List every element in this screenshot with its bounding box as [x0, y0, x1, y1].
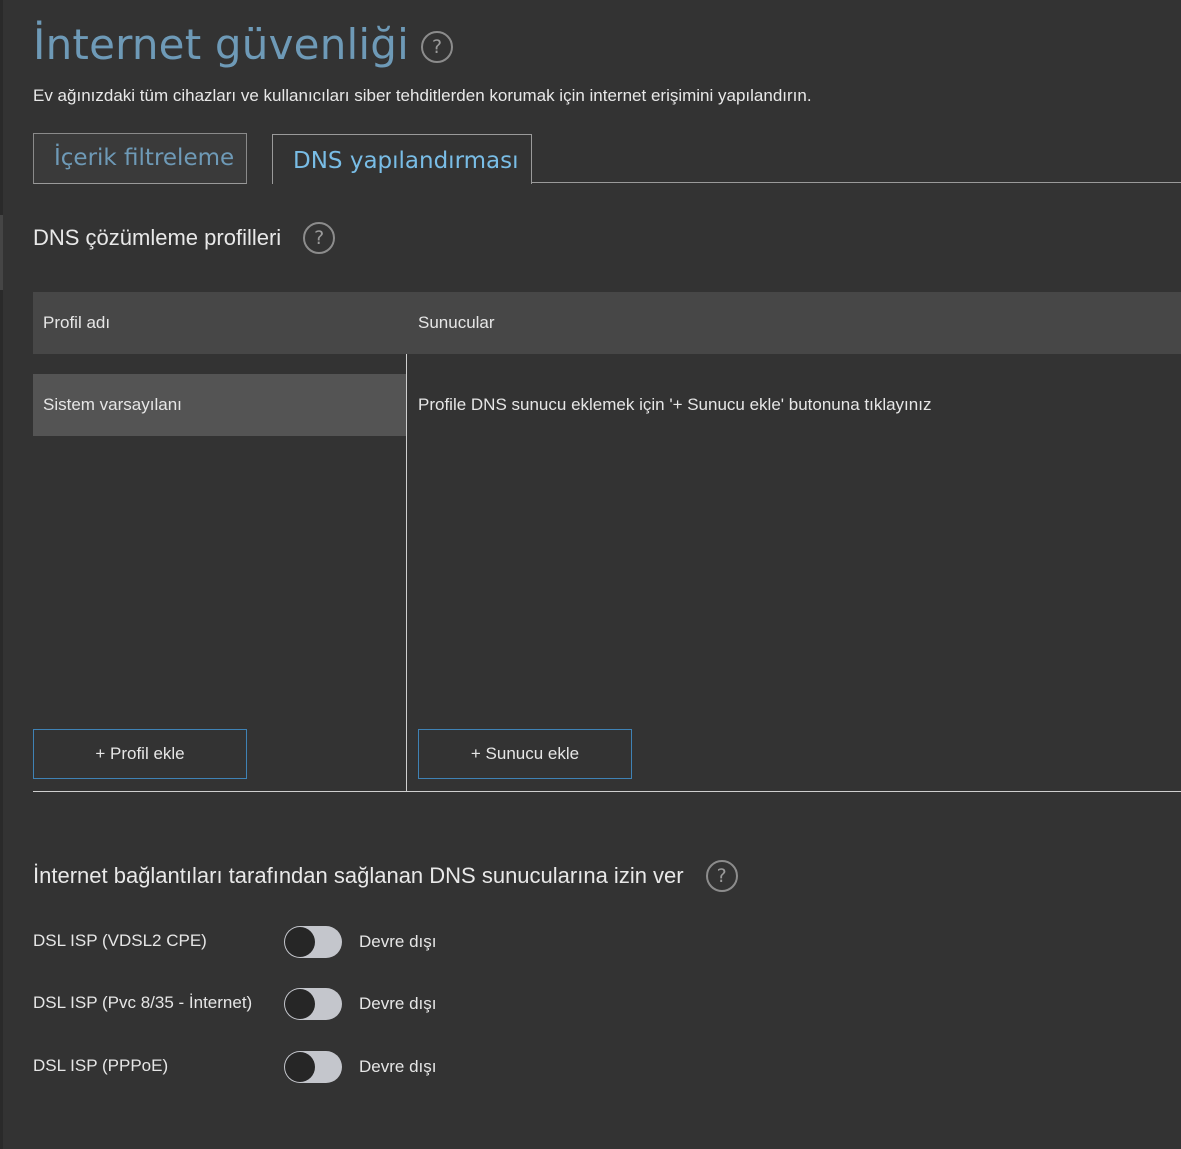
- toggle-knob: [285, 1052, 315, 1082]
- dns-profiles-title: DNS çözümleme profilleri: [33, 225, 282, 250]
- tab-underline: [531, 182, 1181, 183]
- dns-table-header: Profil adı Sunucular: [33, 292, 1181, 354]
- column-header-servers: Sunucular: [418, 313, 495, 332]
- tab-dns-configuration[interactable]: DNS yapılandırması: [272, 134, 532, 184]
- dns-profiles-header: DNS çözümleme profilleri ?: [33, 220, 336, 256]
- add-server-button[interactable]: + Sunucu ekle: [418, 729, 632, 779]
- toggle-state-label: Devre dışı: [359, 932, 437, 951]
- title-row: İnternet güvenliği ?: [33, 14, 453, 74]
- toggle-state-label: Devre dışı: [359, 994, 437, 1013]
- isp-connection-row: DSL ISP (Pvc 8/35 - İnternet) Devre dışı: [33, 986, 533, 1022]
- toggle-state-label: Devre dışı: [359, 1057, 437, 1076]
- profile-name: Sistem varsayılanı: [43, 395, 182, 414]
- toggle-knob: [285, 927, 315, 957]
- isp-dns-toggle[interactable]: [284, 1051, 342, 1083]
- add-profile-button[interactable]: + Profil ekle: [33, 729, 247, 779]
- help-icon[interactable]: ?: [420, 31, 453, 63]
- tab-content-filtering[interactable]: İçerik filtreleme: [33, 133, 247, 184]
- page-subtitle: Ev ağınızdaki tüm cihazları ve kullanıcı…: [33, 86, 812, 105]
- isp-connection-label: DSL ISP (Pvc 8/35 - İnternet): [33, 993, 253, 1012]
- column-header-profile-name: Profil adı: [43, 313, 111, 332]
- isp-connection-row: DSL ISP (VDSL2 CPE) Devre dışı: [33, 924, 533, 960]
- help-icon[interactable]: ?: [303, 222, 336, 254]
- isp-dns-toggle[interactable]: [284, 926, 342, 958]
- page-title: İnternet güvenliği: [33, 19, 409, 69]
- isp-connection-row: DSL ISP (PPPoE) Devre dışı: [33, 1049, 533, 1085]
- profile-row-system-default[interactable]: Sistem varsayılanı: [33, 374, 406, 436]
- isp-dns-header: İnternet bağlantıları tarafından sağlana…: [33, 858, 738, 894]
- page: İnternet güvenliği ? Ev ağınızdaki tüm c…: [0, 0, 1181, 1149]
- isp-connection-label: DSL ISP (PPPoE): [33, 1056, 169, 1075]
- isp-dns-title: İnternet bağlantıları tarafından sağlana…: [33, 863, 684, 888]
- toggle-knob: [285, 989, 315, 1019]
- isp-connection-label: DSL ISP (VDSL2 CPE): [33, 931, 207, 950]
- help-icon[interactable]: ?: [705, 860, 738, 892]
- servers-empty-hint: Profile DNS sunucu eklemek için '+ Sunuc…: [418, 395, 932, 414]
- table-bottom-border: [33, 791, 1181, 792]
- isp-dns-toggle[interactable]: [284, 988, 342, 1020]
- column-divider: [406, 354, 407, 792]
- tab-bar: İçerik filtreleme DNS yapılandırması: [33, 133, 1181, 184]
